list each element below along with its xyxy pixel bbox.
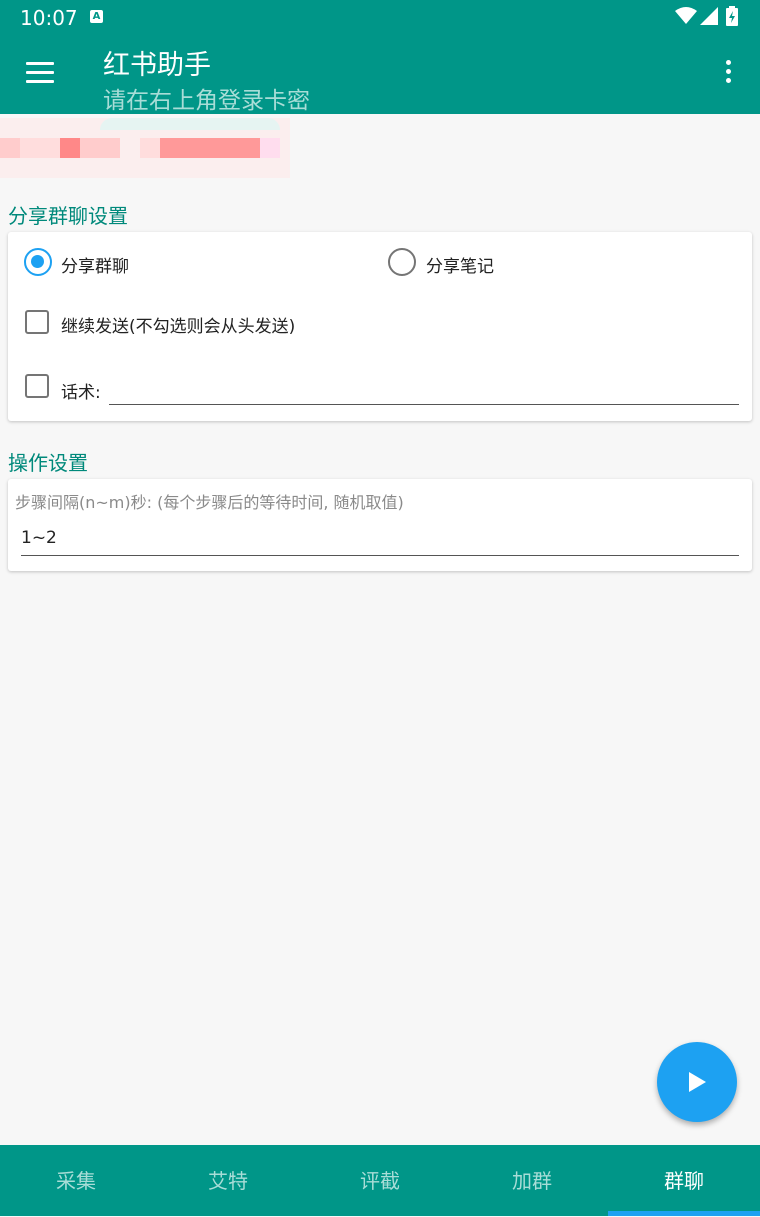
radio-share-group-label[interactable]: 分享群聊 xyxy=(61,252,129,277)
share-settings-card: 分享群聊 分享笔记 继续发送(不勾选则会从头发送) 话术: xyxy=(8,232,752,421)
operation-settings-card: 步骤间隔(n~m)秒: (每个步骤后的等待时间, 随机取值) xyxy=(8,479,752,571)
status-bar: 10:07 A xyxy=(0,0,760,34)
app-subtitle: 请在右上角登录卡密 xyxy=(103,88,310,114)
continue-send-checkbox[interactable] xyxy=(25,310,49,334)
interval-input[interactable] xyxy=(21,525,739,556)
script-label: 话术: xyxy=(61,383,101,403)
operation-section-title: 操作设置 xyxy=(8,451,88,475)
radio-share-note[interactable] xyxy=(388,248,416,276)
script-input[interactable] xyxy=(109,374,739,405)
more-vert-icon[interactable] xyxy=(718,60,738,90)
radio-share-group[interactable] xyxy=(24,248,52,276)
signal-icon xyxy=(700,7,718,25)
nav-item-mention[interactable]: 艾特 xyxy=(152,1145,304,1216)
script-checkbox[interactable] xyxy=(25,374,49,398)
status-time: 10:07 xyxy=(20,6,78,30)
nav-item-group-chat[interactable]: 群聊 xyxy=(608,1145,760,1216)
menu-icon[interactable] xyxy=(26,62,54,84)
app-title: 红书助手 xyxy=(103,50,211,81)
notification-a-icon: A xyxy=(90,10,103,23)
start-fab-button[interactable] xyxy=(657,1042,737,1122)
redacted-blur xyxy=(0,118,290,178)
share-section-title: 分享群聊设置 xyxy=(8,204,128,228)
nav-item-comment[interactable]: 评截 xyxy=(304,1145,456,1216)
nav-item-collect[interactable]: 采集 xyxy=(0,1145,152,1216)
battery-icon xyxy=(726,6,738,26)
radio-share-note-label[interactable]: 分享笔记 xyxy=(426,252,494,277)
interval-hint: 步骤间隔(n~m)秒: (每个步骤后的等待时间, 随机取值) xyxy=(15,493,404,512)
bottom-navigation: 采集 艾特 评截 加群 群聊 xyxy=(0,1145,760,1216)
nav-active-indicator xyxy=(608,1211,760,1216)
wifi-icon xyxy=(675,7,697,24)
nav-item-join-group[interactable]: 加群 xyxy=(456,1145,608,1216)
continue-send-label[interactable]: 继续发送(不勾选则会从头发送) xyxy=(61,312,295,337)
play-icon xyxy=(689,1072,706,1092)
app-bar: 红书助手 请在右上角登录卡密 xyxy=(0,34,760,114)
